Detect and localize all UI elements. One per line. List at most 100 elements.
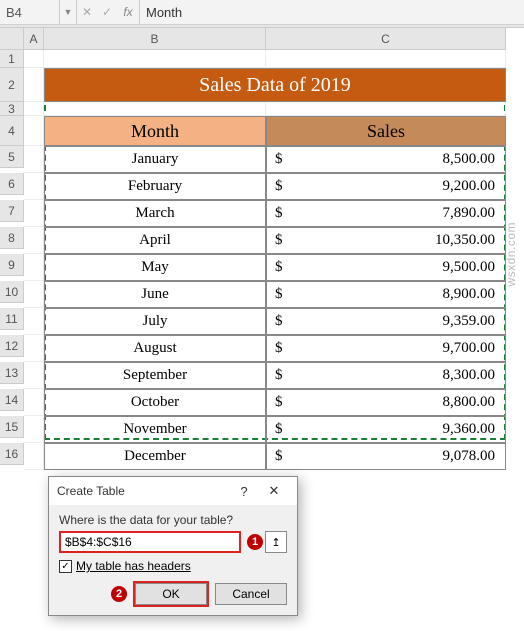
row-header-1[interactable]: 1 (0, 50, 24, 68)
row-header-16[interactable]: 16 (0, 443, 24, 465)
table-cell-month[interactable]: January (44, 146, 266, 173)
currency-symbol: $ (275, 178, 283, 195)
name-box-dropdown-icon[interactable]: ▼ (60, 7, 76, 17)
sales-value: 7,890.00 (443, 205, 496, 222)
table-cell-sales[interactable]: $8,800.00 (266, 389, 506, 416)
cell[interactable] (24, 308, 44, 335)
table-cell-month[interactable]: August (44, 335, 266, 362)
table-cell-sales[interactable]: $9,078.00 (266, 443, 506, 470)
cell[interactable] (266, 50, 506, 68)
row-header-7[interactable]: 7 (0, 200, 24, 222)
sales-value: 8,900.00 (443, 286, 496, 303)
table-cell-month[interactable]: October (44, 389, 266, 416)
column-header-b[interactable]: B (44, 28, 266, 50)
cell[interactable] (44, 50, 266, 68)
name-box[interactable]: B4 (0, 0, 60, 24)
cell[interactable] (24, 116, 44, 146)
row-header-8[interactable]: 8 (0, 227, 24, 249)
ok-button[interactable]: OK (135, 583, 207, 605)
cell[interactable] (24, 416, 44, 443)
sales-value: 8,500.00 (443, 151, 496, 168)
cell[interactable] (24, 362, 44, 389)
row-header-3[interactable]: 3 (0, 102, 24, 116)
cell[interactable] (24, 389, 44, 416)
table-cell-sales[interactable]: $8,300.00 (266, 362, 506, 389)
row-header-13[interactable]: 13 (0, 362, 24, 384)
table-cell-month[interactable]: March (44, 200, 266, 227)
table-cell-sales[interactable]: $8,900.00 (266, 281, 506, 308)
column-header-c[interactable]: C (266, 28, 506, 50)
table-range-input[interactable]: $B$4:$C$16 (59, 531, 241, 553)
row-header-5[interactable]: 5 (0, 146, 24, 168)
table-cell-month[interactable]: June (44, 281, 266, 308)
cell[interactable] (24, 443, 44, 470)
cell[interactable] (266, 102, 506, 116)
cell[interactable] (24, 281, 44, 308)
dialog-close-button[interactable]: ✕ (259, 483, 289, 499)
currency-symbol: $ (275, 367, 283, 384)
row-header-4[interactable]: 4 (0, 116, 24, 146)
cancel-button[interactable]: Cancel (215, 583, 287, 605)
row-header-10[interactable]: 10 (0, 281, 24, 303)
headers-checkbox-label[interactable]: My table has headers (76, 559, 191, 573)
currency-symbol: $ (275, 151, 283, 168)
table-cell-sales[interactable]: $7,890.00 (266, 200, 506, 227)
currency-symbol: $ (275, 394, 283, 411)
table-cell-month[interactable]: April (44, 227, 266, 254)
cell[interactable] (24, 102, 44, 116)
dialog-help-button[interactable]: ? (229, 484, 259, 499)
cell[interactable] (24, 227, 44, 254)
sales-value: 9,360.00 (443, 421, 496, 438)
table-cell-month[interactable]: February (44, 173, 266, 200)
create-table-dialog: Create Table ? ✕ Where is the data for y… (48, 476, 298, 616)
table-cell-month[interactable]: November (44, 416, 266, 443)
table-cell-sales[interactable]: $10,350.00 (266, 227, 506, 254)
title-cell[interactable]: Sales Data of 2019 (44, 68, 506, 102)
worksheet-grid[interactable]: A B C 12Sales Data of 201934MonthSales5J… (0, 28, 524, 470)
row-header-12[interactable]: 12 (0, 335, 24, 357)
cell[interactable] (24, 335, 44, 362)
cell[interactable] (44, 102, 266, 116)
currency-symbol: $ (275, 259, 283, 276)
fx-icon[interactable]: fx (117, 5, 139, 19)
row-header-14[interactable]: 14 (0, 389, 24, 411)
formula-input[interactable]: Month (140, 5, 182, 20)
table-cell-sales[interactable]: $9,500.00 (266, 254, 506, 281)
cell[interactable] (24, 200, 44, 227)
table-cell-sales[interactable]: $9,200.00 (266, 173, 506, 200)
watermark: wsxdn.com (504, 222, 518, 287)
table-cell-sales[interactable]: $9,360.00 (266, 416, 506, 443)
cell[interactable] (24, 173, 44, 200)
cell[interactable] (24, 146, 44, 173)
row-header-11[interactable]: 11 (0, 308, 24, 330)
currency-symbol: $ (275, 340, 283, 357)
accept-formula-icon[interactable]: ✓ (97, 5, 117, 19)
cell[interactable] (24, 68, 44, 102)
refedit-collapse-button[interactable]: ↥ (265, 531, 287, 553)
row-header-2[interactable]: 2 (0, 68, 24, 102)
cell[interactable] (24, 254, 44, 281)
row-header-6[interactable]: 6 (0, 173, 24, 195)
sales-value: 8,300.00 (443, 367, 496, 384)
table-cell-sales[interactable]: $9,700.00 (266, 335, 506, 362)
cell[interactable] (24, 50, 44, 68)
table-cell-month[interactable]: July (44, 308, 266, 335)
table-cell-sales[interactable]: $8,500.00 (266, 146, 506, 173)
dialog-titlebar: Create Table ? ✕ (49, 477, 297, 505)
column-header-a[interactable]: A (24, 28, 44, 50)
table-cell-month[interactable]: September (44, 362, 266, 389)
table-range-value: $B$4:$C$16 (65, 535, 132, 549)
dialog-prompt: Where is the data for your table? (59, 513, 287, 527)
row-header-9[interactable]: 9 (0, 254, 24, 276)
cancel-formula-icon[interactable]: ✕ (77, 5, 97, 19)
currency-symbol: $ (275, 313, 283, 330)
table-cell-month[interactable]: December (44, 443, 266, 470)
row-header-15[interactable]: 15 (0, 416, 24, 438)
headers-checkbox[interactable]: ✓ (59, 560, 72, 573)
table-cell-sales[interactable]: $9,359.00 (266, 308, 506, 335)
table-header-sales[interactable]: Sales (266, 116, 506, 146)
table-cell-month[interactable]: May (44, 254, 266, 281)
currency-symbol: $ (275, 286, 283, 303)
table-header-month[interactable]: Month (44, 116, 266, 146)
select-all-corner[interactable] (0, 28, 24, 50)
